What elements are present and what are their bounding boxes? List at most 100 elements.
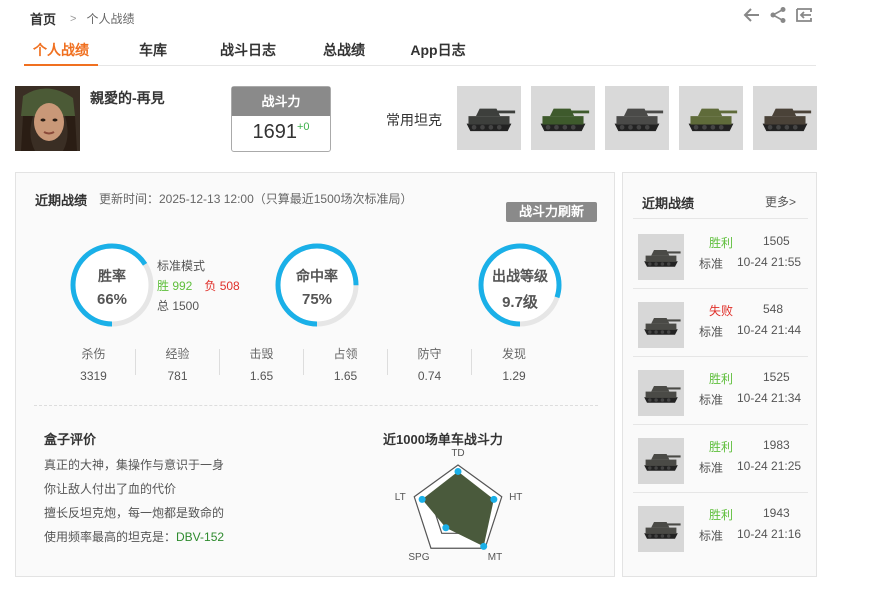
- mode-info: 标准模式 胜 992 负 508 总 1500: [157, 256, 240, 316]
- battle-tank-thumb: [638, 506, 684, 552]
- back-arrow-icon[interactable]: [743, 6, 761, 24]
- battle-exp: 1983: [763, 438, 790, 452]
- battle-result: 胜利: [709, 440, 734, 454]
- battle-exp: 1943: [763, 506, 790, 520]
- stat-label: 杀伤: [81, 347, 106, 361]
- stat-label: 占领: [333, 347, 358, 361]
- battle-row[interactable]: 失败 548 标准 10-24 21:44: [623, 289, 818, 357]
- win-rate-ring: 胜率 66%: [69, 242, 155, 328]
- battle-row[interactable]: 胜利 1505 标准 10-24 21:55: [623, 221, 818, 289]
- hit-rate-value: 75%: [301, 291, 333, 308]
- side-title: 近期战绩: [642, 196, 695, 211]
- battle-level-label: 出战等级: [492, 268, 548, 284]
- evaluation-line: 你让敌人付出了血的代价: [44, 482, 177, 496]
- battle-exp: 1525: [763, 370, 790, 384]
- battle-mode: 标准: [699, 393, 724, 407]
- exit-icon[interactable]: [795, 6, 813, 24]
- stat-label: 击毁: [249, 347, 274, 361]
- stat-label: 经验: [165, 347, 190, 361]
- battle-time: 10-24 21:25: [737, 459, 802, 473]
- battle-mode: 标准: [699, 325, 724, 339]
- favorite-tank-thumb[interactable]: [679, 86, 743, 150]
- box-evaluation-title: 盒子评价: [44, 432, 97, 447]
- stat-defense: 防守 0.74: [388, 347, 472, 383]
- favorite-tank-thumb[interactable]: [753, 86, 817, 150]
- battle-level-value: 9.7级: [502, 294, 538, 311]
- battle-mode: 标准: [699, 461, 724, 475]
- favorite-tank-thumb[interactable]: [605, 86, 669, 150]
- tab-bar: 个人战绩 车库 战斗日志 总战绩 App日志: [24, 36, 816, 66]
- power-score-label: 战斗力: [232, 87, 330, 116]
- recent-record-title: 近期战绩: [35, 193, 88, 208]
- battle-result: 胜利: [709, 236, 734, 250]
- battle-row[interactable]: 胜利 1983 标准 10-24 21:25: [623, 425, 818, 493]
- update-time: 更新时间：2025-12-13 12:00（只算最近1500场次标准局）: [99, 192, 413, 206]
- radar-point: [480, 542, 488, 550]
- tab-total-record[interactable]: 总战绩: [288, 36, 400, 66]
- side-divider: [633, 218, 808, 219]
- battle-exp: 1505: [763, 234, 790, 248]
- stat-capture: 占领 1.65: [304, 347, 388, 383]
- stat-label: 防守: [417, 347, 442, 361]
- win-rate-label: 胜率: [98, 268, 126, 284]
- favorite-tank-thumb[interactable]: [457, 86, 521, 150]
- breadcrumb-current: 个人战绩: [86, 12, 135, 26]
- power-score-value: 1691+0: [232, 116, 330, 144]
- share-icon[interactable]: [769, 6, 787, 24]
- battle-result: 胜利: [709, 508, 734, 522]
- tab-garage[interactable]: 车库: [98, 36, 208, 66]
- evaluation-line: 真正的大神，集操作与意识于一身: [44, 458, 225, 472]
- section-divider: [34, 405, 598, 406]
- radar-axis-label: HT: [509, 492, 522, 503]
- radar-point: [442, 524, 450, 532]
- battle-row[interactable]: 胜利 1943 标准 10-24 21:16: [623, 493, 818, 561]
- radar-axis-label: TD: [451, 448, 464, 459]
- tab-battle-log[interactable]: 战斗日志: [208, 36, 288, 66]
- radar-point: [418, 495, 426, 503]
- stat-value: 1.65: [333, 369, 358, 383]
- battle-row[interactable]: 胜利 1525 标准 10-24 21:34: [623, 357, 818, 425]
- radar-point: [490, 495, 498, 503]
- refresh-power-button[interactable]: 战斗力刷新: [506, 202, 597, 222]
- battle-mode: 标准: [699, 529, 724, 543]
- battle-tank-thumb: [638, 370, 684, 416]
- breadcrumb-home[interactable]: 首页: [30, 9, 56, 28]
- battle-level-ring: 出战等级 9.7级: [477, 242, 563, 328]
- radar-axis-label: SPG: [408, 552, 429, 563]
- evaluation-line: 擅长反坦克炮，每一炮都是致命的: [44, 506, 225, 520]
- favorite-tank-prefix: 使用频率最高的坦克是：: [44, 530, 177, 544]
- favorite-tanks-label: 常用坦克: [386, 112, 442, 128]
- stat-damage: 杀伤 3319: [52, 347, 136, 383]
- stat-value: 1.29: [502, 369, 526, 383]
- win-rate-value: 66%: [96, 291, 128, 308]
- box-evaluation-text: 真正的大神，集操作与意识于一身 你让敌人付出了血的代价 擅长反坦克炮，每一炮都是…: [44, 453, 224, 549]
- tab-app-log[interactable]: App日志: [400, 36, 476, 66]
- favorite-tank-name: DBV-152: [176, 530, 225, 544]
- battle-tank-thumb: [638, 302, 684, 348]
- radar-chart: TD HT MT SPG LT: [395, 448, 523, 563]
- username: 親愛的-再見: [90, 90, 165, 106]
- power-score-number: 1691: [252, 121, 297, 143]
- recent-record-panel: 近期战绩 更新时间：2025-12-13 12:00（只算最近1500场次标准局…: [15, 172, 615, 577]
- win-count: 胜 992: [157, 279, 193, 293]
- radar-point: [454, 467, 462, 475]
- mode-label: 标准模式: [157, 259, 206, 273]
- stat-value: 3319: [80, 369, 107, 383]
- battle-tank-thumb: [638, 438, 684, 484]
- loss-count: 负 508: [204, 279, 240, 293]
- total-count: 总 1500: [157, 299, 200, 313]
- tab-personal-record[interactable]: 个人战绩: [24, 36, 98, 66]
- battle-time: 10-24 21:55: [737, 255, 802, 269]
- battle-time: 10-24 21:16: [737, 527, 802, 541]
- power-score-box: 战斗力 1691+0: [231, 86, 331, 152]
- favorite-tanks: [457, 86, 817, 150]
- radar-axis-label: LT: [395, 492, 406, 503]
- hit-rate-ring: 命中率 75%: [274, 242, 360, 328]
- radar-axis-label: MT: [488, 552, 502, 563]
- favorite-tank-thumb[interactable]: [531, 86, 595, 150]
- battle-time: 10-24 21:44: [737, 323, 802, 337]
- stat-experience: 经验 781: [136, 347, 220, 383]
- stat-label: 发现: [501, 347, 526, 361]
- stat-spotting: 发现 1.29: [472, 347, 556, 383]
- more-link[interactable]: 更多>: [765, 193, 796, 210]
